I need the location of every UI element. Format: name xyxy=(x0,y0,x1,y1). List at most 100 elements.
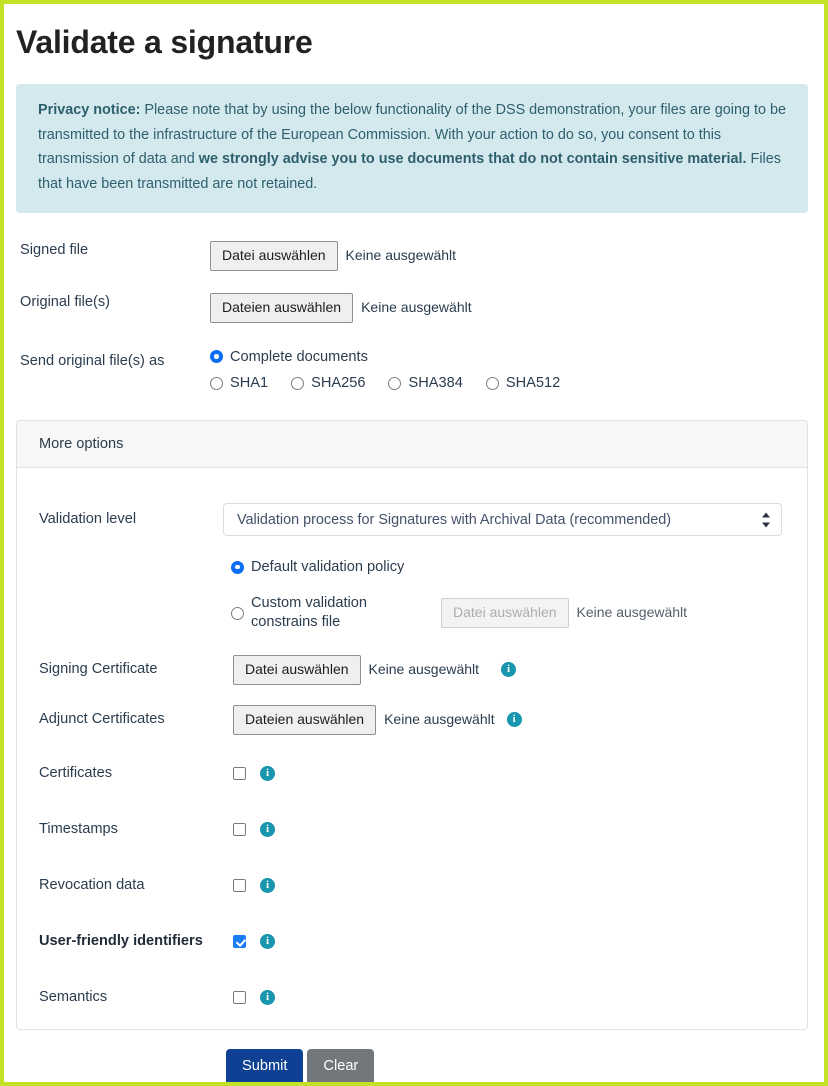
info-icon[interactable]: i xyxy=(501,662,517,678)
send-original-as-label: Send original file(s) as xyxy=(20,352,165,369)
semantics-checkbox[interactable] xyxy=(233,990,246,1004)
privacy-notice-emphasis: we strongly advise you to use documents … xyxy=(198,151,747,168)
certificates-checkbox[interactable] xyxy=(233,766,246,780)
original-files-browse-button[interactable]: Dateien auswählen xyxy=(210,292,354,323)
radio-sha512[interactable]: SHA512 xyxy=(485,375,561,392)
validation-level-select[interactable]: Validation process for Signatures with A… xyxy=(223,503,782,537)
info-icon[interactable]: i xyxy=(260,765,275,781)
validation-level-selected-value: Validation process for Signatures with A… xyxy=(237,511,672,528)
original-files-label: Original file(s) xyxy=(20,293,111,310)
browser-viewport: Validate a signature Privacy notice: Ple… xyxy=(0,0,828,1086)
radio-sha256[interactable]: SHA256 xyxy=(291,375,365,391)
radio-sha256-indicator[interactable] xyxy=(291,376,305,390)
signing-certificate-browse-button[interactable]: Datei auswählen xyxy=(233,655,361,685)
validation-level-control: Validation process for Signatures with A… xyxy=(223,503,807,537)
info-icon[interactable]: i xyxy=(260,989,275,1005)
timestamps-row: Timestamps i xyxy=(17,820,807,839)
signing-certificate-control: Datei auswählen Keine ausgewählt i xyxy=(223,655,807,685)
adjunct-certificates-label: Adjunct Certificates xyxy=(39,711,165,728)
timestamps-label: Timestamps xyxy=(39,820,118,837)
revocation-data-control: i xyxy=(223,877,807,893)
signed-file-control: Datei auswählen Keine ausgewählt xyxy=(210,240,824,271)
radio-default-validation-policy-label: Default validation policy xyxy=(251,559,405,576)
signed-file-label: Signed file xyxy=(20,241,89,258)
info-icon[interactable]: i xyxy=(260,933,275,949)
semantics-row: Semantics i xyxy=(17,988,807,1007)
custom-validation-policy-control: Custom validation constrains file Datei … xyxy=(223,594,807,633)
custom-validation-policy-row: Custom validation constrains file Datei … xyxy=(17,594,807,633)
signed-file-input[interactable]: Datei auswählen Keine ausgewählt xyxy=(210,240,457,271)
info-icon[interactable]: i xyxy=(260,821,275,837)
privacy-notice: Privacy notice: Please note that by usin… xyxy=(16,83,808,213)
custom-policy-label-line2: constrains file xyxy=(251,614,341,631)
user-friendly-identifiers-checkbox[interactable] xyxy=(233,934,246,948)
more-options-header: More options xyxy=(17,421,807,469)
page-title: Validate a signature xyxy=(16,24,313,60)
user-friendly-identifiers-label: User-friendly identifiers xyxy=(39,932,203,949)
semantics-label: Semantics xyxy=(39,988,108,1005)
revocation-data-row: Revocation data i xyxy=(17,876,807,895)
certificates-label: Certificates xyxy=(39,764,112,781)
info-icon[interactable]: i xyxy=(260,877,275,893)
action-buttons: Submit Clear xyxy=(4,1030,824,1082)
signing-certificate-label: Signing Certificate xyxy=(39,661,158,678)
radio-complete-documents-label: Complete documents xyxy=(230,348,368,365)
signing-certificate-row: Signing Certificate Datei auswählen Kein… xyxy=(17,655,807,685)
custom-policy-file-status: Keine ausgewählt xyxy=(576,604,688,621)
signing-certificate-file-status: Keine ausgewählt xyxy=(368,661,480,678)
user-friendly-identifiers-row: User-friendly identifiers i xyxy=(17,932,807,951)
radio-sha384-indicator[interactable] xyxy=(388,376,402,390)
radio-sha1[interactable]: SHA1 xyxy=(210,375,268,391)
radio-complete-documents-indicator[interactable] xyxy=(210,350,223,364)
default-validation-policy-control: Default validation policy xyxy=(223,559,807,578)
radio-default-validation-policy-indicator[interactable] xyxy=(231,560,244,574)
original-files-input[interactable]: Dateien auswählen Keine ausgewählt xyxy=(210,292,472,323)
revocation-data-label: Revocation data xyxy=(39,876,145,893)
panel-bottom-spacer xyxy=(17,1007,807,1029)
adjunct-certificates-browse-button[interactable]: Dateien auswählen xyxy=(233,704,377,735)
radio-sha512-label: SHA512 xyxy=(505,375,561,392)
signed-file-row: Signed file Datei auswählen Keine ausgew… xyxy=(4,240,824,271)
info-icon[interactable]: i xyxy=(506,712,522,728)
semantics-control: i xyxy=(223,989,807,1005)
more-options-body: Validation level Validation process for … xyxy=(17,503,807,1029)
timestamps-control: i xyxy=(223,821,807,837)
radio-default-validation-policy[interactable]: Default validation policy xyxy=(231,559,404,575)
radio-custom-validation-policy[interactable]: Custom validation constrains file xyxy=(231,594,431,633)
adjunct-certificates-file-input[interactable]: Dateien auswählen Keine ausgewählt xyxy=(233,704,495,735)
radio-sha384-label: SHA384 xyxy=(408,375,463,392)
user-friendly-identifiers-control: i xyxy=(223,933,807,949)
custom-policy-browse-button: Datei auswählen xyxy=(441,598,569,629)
signed-file-browse-button[interactable]: Datei auswählen xyxy=(210,240,338,271)
certificates-row: Certificates i xyxy=(17,764,807,783)
signed-file-status: Keine ausgewählt xyxy=(345,246,457,263)
clear-button[interactable]: Clear xyxy=(307,1048,375,1082)
more-options-panel: More options Validation level Validation… xyxy=(16,420,808,1030)
radio-sha256-label: SHA256 xyxy=(311,375,366,392)
submit-button[interactable]: Submit xyxy=(226,1048,304,1082)
original-files-row: Original file(s) Dateien auswählen Keine… xyxy=(4,292,824,323)
page-content: Validate a signature Privacy notice: Ple… xyxy=(4,4,824,1082)
validation-level-row: Validation level Validation process for … xyxy=(17,503,807,537)
original-files-control: Dateien auswählen Keine ausgewählt xyxy=(210,292,824,323)
custom-policy-file-input: Datei auswählen Keine ausgewählt xyxy=(441,598,688,629)
custom-policy-label-line1: Custom validation xyxy=(251,594,367,611)
privacy-notice-label: Privacy notice: xyxy=(38,101,141,118)
certificates-control: i xyxy=(223,765,807,781)
send-original-as-row: Send original file(s) as Complete docume… xyxy=(4,349,824,392)
send-original-as-control: Complete documents SHA1 SHA256 SHA384 SH… xyxy=(210,349,824,392)
revocation-data-checkbox[interactable] xyxy=(233,878,246,892)
default-validation-policy-row: Default validation policy xyxy=(17,559,807,578)
radio-sha1-indicator[interactable] xyxy=(210,376,223,390)
timestamps-checkbox[interactable] xyxy=(233,822,246,836)
validation-level-label: Validation level xyxy=(39,511,137,528)
signing-certificate-file-input[interactable]: Datei auswählen Keine ausgewählt xyxy=(233,655,479,685)
adjunct-certificates-file-status: Keine ausgewählt xyxy=(384,710,495,727)
adjunct-certificates-control: Dateien auswählen Keine ausgewählt i xyxy=(223,704,807,735)
radio-custom-validation-policy-label: Custom validation constrains file xyxy=(251,594,367,633)
radio-custom-validation-policy-indicator[interactable] xyxy=(231,606,244,620)
radio-complete-documents[interactable]: Complete documents xyxy=(210,349,368,365)
radio-sha384[interactable]: SHA384 xyxy=(388,375,463,392)
radio-sha512-indicator[interactable] xyxy=(485,376,499,390)
radio-sha1-label: SHA1 xyxy=(230,375,269,392)
